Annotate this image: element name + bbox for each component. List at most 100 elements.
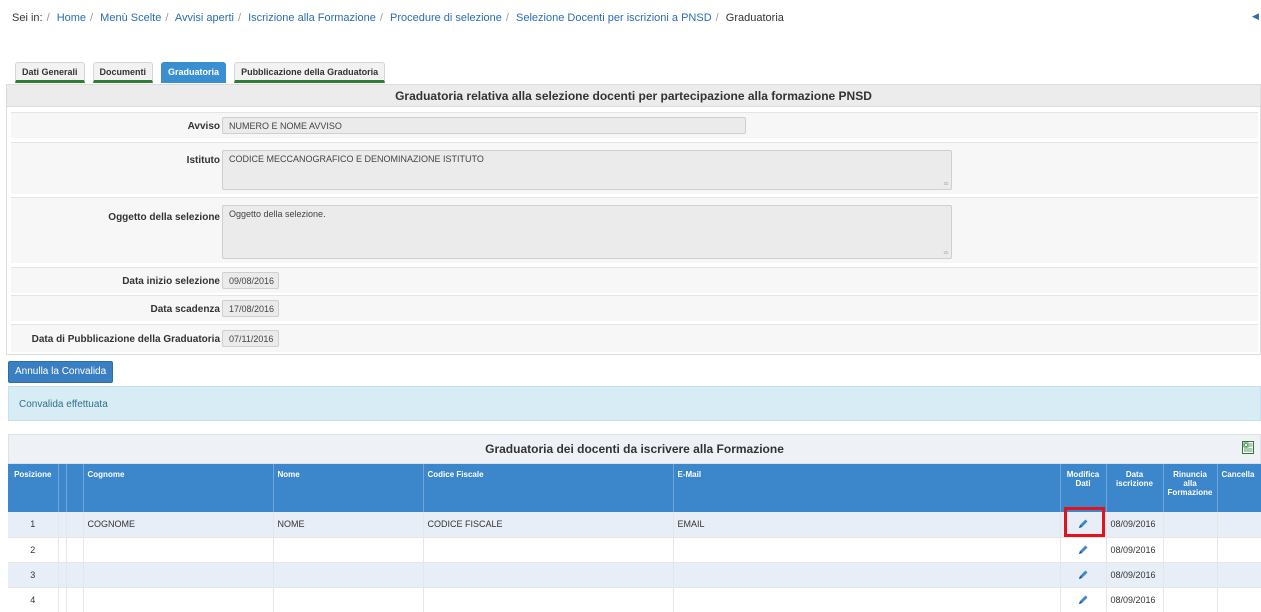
breadcrumb-avvisi-aperti[interactable]: Avvisi aperti	[175, 12, 234, 24]
row-spacer	[66, 537, 84, 563]
col-codice-fiscale[interactable]: Codice Fiscale	[423, 464, 674, 512]
avviso-field[interactable]: NUMERO E NOME AVVISO	[222, 117, 746, 134]
col-email[interactable]: E-Mail	[673, 464, 1061, 512]
edit-highlight-box	[1064, 507, 1105, 537]
row-nome	[273, 562, 424, 588]
table-row: 4 08/09/2016	[8, 587, 1261, 612]
col-cognome[interactable]: Cognome	[83, 464, 274, 512]
row-position: 3	[8, 562, 59, 588]
row-cognome	[83, 562, 274, 588]
row-data-iscrizione: 08/09/2016	[1106, 537, 1164, 563]
tab-bar: Dati Generali Documenti Graduatoria Pubb…	[15, 62, 386, 83]
col-modifica-dati[interactable]: Modifica Dati	[1060, 464, 1107, 512]
row-rinuncia[interactable]	[1163, 587, 1218, 612]
col-cancella[interactable]: Cancella	[1217, 464, 1261, 512]
col-data-iscrizione[interactable]: Data iscrizione	[1106, 464, 1164, 512]
avviso-label: Avviso	[187, 121, 220, 132]
pencil-icon[interactable]	[1077, 569, 1089, 581]
row-spacer	[58, 512, 67, 538]
row-edit-cell	[1060, 587, 1107, 612]
row-spacer	[58, 562, 67, 588]
row-nome	[273, 537, 424, 563]
data-scadenza-field[interactable]: 17/08/2016	[222, 300, 279, 317]
resize-grip-icon[interactable]: ≏	[943, 181, 949, 188]
breadcrumb-current: Graduatoria	[725, 12, 784, 24]
breadcrumb-procedure-selezione[interactable]: Procedure di selezione	[390, 12, 502, 24]
oggetto-value: Oggetto della selezione.	[229, 209, 326, 219]
field-row-data-scadenza: Data scadenza 17/08/2016	[11, 295, 1258, 321]
row-codice-fiscale	[423, 537, 674, 563]
col-posizione[interactable]: Posizione	[8, 464, 59, 512]
row-rinuncia[interactable]	[1163, 537, 1218, 563]
row-codice-fiscale	[423, 587, 674, 612]
breadcrumb-iscrizione-formazione[interactable]: Iscrizione alla Formazione	[248, 12, 376, 24]
row-rinuncia[interactable]	[1163, 562, 1218, 588]
row-email: EMAIL	[673, 512, 1061, 538]
tab-pubblicazione-graduatoria[interactable]: Pubblicazione della Graduatoria	[234, 62, 386, 83]
field-row-data-pubblicazione: Data di Pubblicazione della Graduatoria …	[11, 324, 1258, 352]
row-data-iscrizione: 08/09/2016	[1106, 562, 1164, 588]
row-cancella[interactable]	[1217, 512, 1261, 538]
graduatoria-table: Posizione Cognome Nome Codice Fiscale E-…	[8, 464, 1261, 612]
field-row-istituto: Istituto CODICE MECCANOGRAFICO E DENOMIN…	[11, 142, 1258, 194]
istituto-label: Istituto	[186, 155, 220, 166]
col-nome[interactable]: Nome	[273, 464, 424, 512]
convalida-alert: Convalida effettuata	[8, 386, 1261, 421]
row-email	[673, 587, 1061, 612]
col-spacer	[58, 464, 67, 512]
breadcrumb-prefix: Sei in:	[12, 12, 43, 24]
breadcrumb-selezione-docenti[interactable]: Selezione Docenti per iscrizioni a PNSD	[516, 12, 712, 24]
row-cancella[interactable]	[1217, 537, 1261, 563]
row-cognome	[83, 587, 274, 612]
row-cognome	[83, 537, 274, 563]
table-row: 2 08/09/2016	[8, 537, 1261, 563]
row-rinuncia[interactable]	[1163, 512, 1218, 538]
field-row-oggetto: Oggetto della selezione Oggetto della se…	[11, 197, 1258, 263]
row-cognome: COGNOME	[83, 512, 274, 538]
tab-graduatoria[interactable]: Graduatoria	[161, 62, 227, 83]
tab-documenti[interactable]: Documenti	[92, 62, 154, 83]
data-pubblicazione-label: Data di Pubblicazione della Graduatoria	[31, 334, 220, 345]
row-data-iscrizione: 08/09/2016	[1106, 512, 1164, 538]
row-position: 4	[8, 587, 59, 612]
row-position: 1	[8, 512, 59, 538]
graduatoria-table-header: Graduatoria dei docenti da iscrivere all…	[8, 434, 1261, 464]
row-spacer	[66, 587, 84, 612]
row-codice-fiscale: CODICE FISCALE	[423, 512, 674, 538]
table-row: 3 08/09/2016	[8, 562, 1261, 588]
pencil-icon[interactable]	[1077, 594, 1089, 606]
table-title: Graduatoria dei docenti da iscrivere all…	[485, 442, 784, 456]
col-rinuncia[interactable]: Rinuncia alla Formazione	[1163, 464, 1218, 512]
back-arrow-icon[interactable]: ◀	[1252, 11, 1259, 22]
row-email	[673, 562, 1061, 588]
istituto-value: CODICE MECCANOGRAFICO E DENOMINAZIONE IS…	[229, 154, 484, 164]
resize-grip-icon[interactable]: ≏	[943, 250, 949, 257]
row-data-iscrizione: 08/09/2016	[1106, 587, 1164, 612]
col-spacer	[66, 464, 84, 512]
row-codice-fiscale	[423, 562, 674, 588]
row-email	[673, 537, 1061, 563]
row-spacer	[66, 562, 84, 588]
excel-export-icon[interactable]	[1242, 441, 1254, 454]
oggetto-field[interactable]: Oggetto della selezione. ≏	[222, 205, 952, 259]
istituto-field[interactable]: CODICE MECCANOGRAFICO E DENOMINAZIONE IS…	[222, 150, 952, 190]
row-cancella[interactable]	[1217, 587, 1261, 612]
data-inizio-field[interactable]: 09/08/2016	[222, 272, 279, 289]
row-cancella[interactable]	[1217, 562, 1261, 588]
row-position: 2	[8, 537, 59, 563]
breadcrumb-home[interactable]: Home	[57, 12, 86, 24]
tab-dati-generali[interactable]: Dati Generali	[15, 62, 85, 83]
field-row-data-inizio: Data inizio selezione 09/08/2016	[11, 267, 1258, 293]
data-inizio-label: Data inizio selezione	[122, 276, 220, 287]
annulla-convalida-button[interactable]: Annulla la Convalida	[8, 361, 114, 383]
data-scadenza-label: Data scadenza	[150, 304, 220, 315]
table-header-row: Posizione Cognome Nome Codice Fiscale E-…	[8, 464, 1261, 512]
field-row-avviso: Avviso NUMERO E NOME AVVISO	[11, 112, 1258, 138]
data-pubblicazione-field[interactable]: 07/11/2016	[222, 330, 279, 347]
row-spacer	[66, 512, 84, 538]
row-spacer	[58, 587, 67, 612]
pencil-icon[interactable]	[1077, 544, 1089, 556]
row-nome	[273, 587, 424, 612]
row-spacer	[58, 537, 67, 563]
breadcrumb-menu-scelte[interactable]: Menù Scelte	[100, 12, 161, 24]
